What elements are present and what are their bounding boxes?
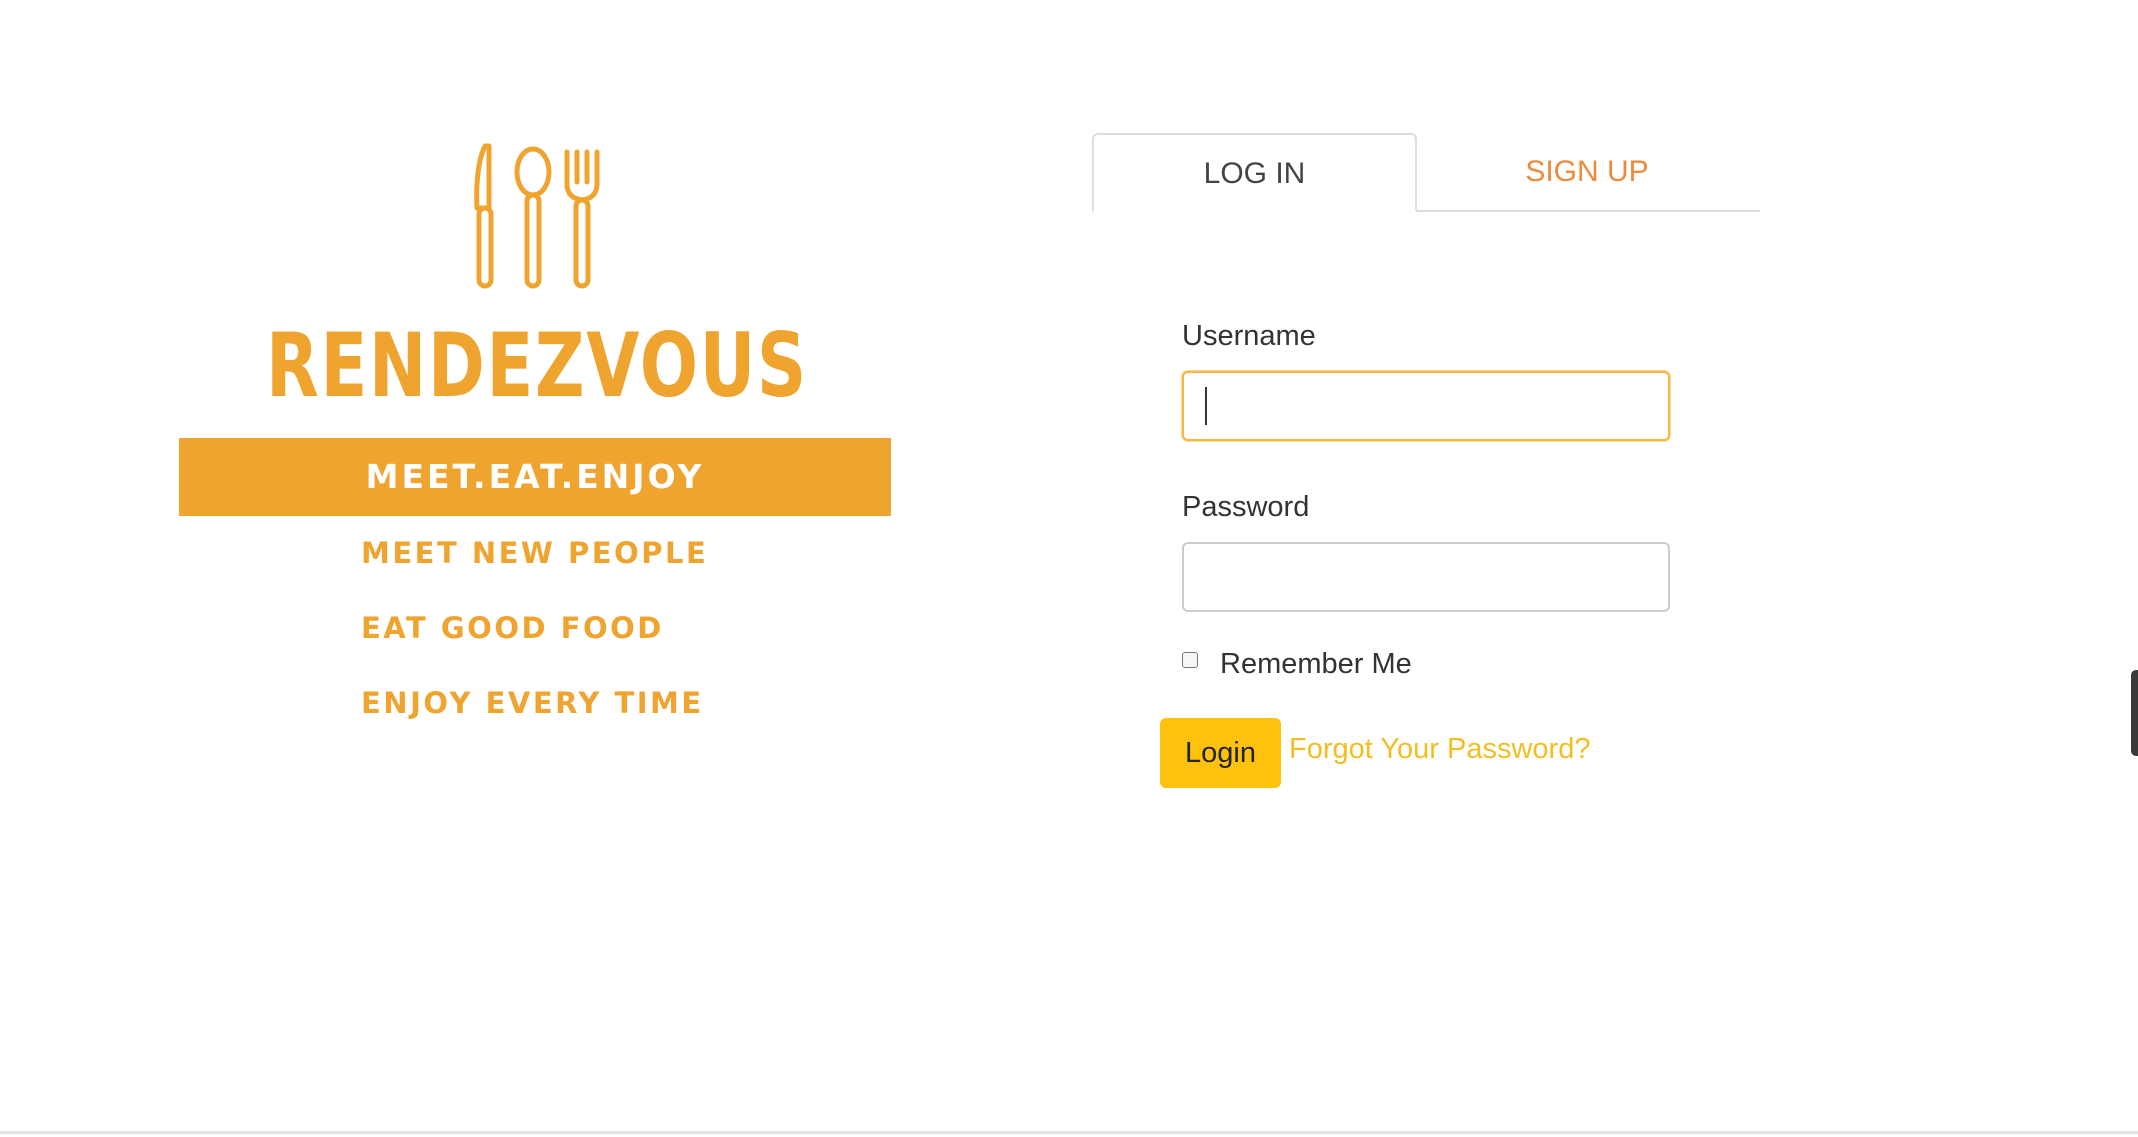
text-caret xyxy=(1205,387,1207,425)
remember-me-label: Remember Me xyxy=(1220,648,1412,680)
tab-log-in[interactable]: LOG IN xyxy=(1092,133,1417,212)
remember-me-checkbox[interactable] xyxy=(1182,652,1198,668)
slogan-banner: MEET.EAT.ENJOY xyxy=(179,438,891,516)
username-input[interactable] xyxy=(1182,371,1670,441)
login-button[interactable]: Login xyxy=(1160,718,1281,788)
brand-name: RENDEZVOUS xyxy=(266,314,808,417)
tagline-meet: MEET NEW PEOPLE xyxy=(361,536,709,570)
auth-tabs: LOG IN SIGN UP xyxy=(1092,133,1760,212)
tagline-eat: EAT GOOD FOOD xyxy=(361,611,664,645)
bottom-divider xyxy=(0,1131,2138,1134)
scrollbar-handle[interactable] xyxy=(2131,670,2138,756)
tagline-enjoy: ENJOY EVERY TIME xyxy=(361,686,704,720)
forgot-password-link[interactable]: Forgot Your Password? xyxy=(1289,733,1590,766)
password-label: Password xyxy=(1182,491,1310,523)
cutlery-icon xyxy=(474,143,600,289)
password-input[interactable] xyxy=(1182,542,1670,612)
username-label: Username xyxy=(1182,320,1316,352)
login-page: RENDEZVOUS MEET.EAT.ENJOY MEET NEW PEOPL… xyxy=(0,0,2138,1137)
tab-sign-up[interactable]: SIGN UP xyxy=(1417,133,1757,210)
